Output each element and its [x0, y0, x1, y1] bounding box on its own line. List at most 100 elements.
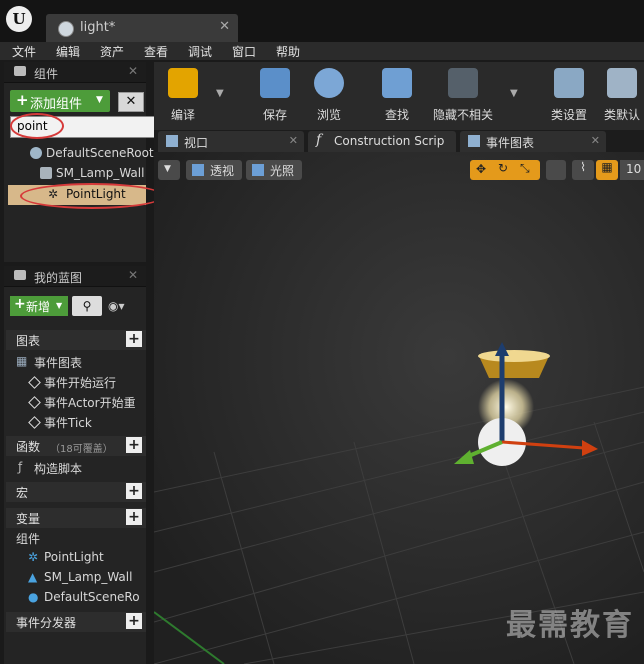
tree-item-sm-lamp-wall[interactable]: SM_Lamp_Wall: [56, 166, 144, 180]
components-panel-title: 组件: [34, 67, 59, 81]
surface-snap-icon[interactable]: ⌇: [572, 160, 594, 180]
event-actor-begin[interactable]: 事件Actor开始重: [44, 394, 136, 411]
close-tab-icon[interactable]: ✕: [219, 19, 230, 34]
translate-icon[interactable]: ✥: [476, 162, 486, 176]
world-local-icon[interactable]: [546, 160, 566, 180]
search-icon[interactable]: ⚲: [72, 296, 102, 316]
new-button-label: 新增: [26, 300, 51, 314]
function-icon: f: [316, 132, 322, 148]
compile-options-arrow-icon[interactable]: ▼: [216, 88, 224, 99]
save-icon: [260, 68, 290, 98]
my-blueprint-header: 我的蓝图 ✕: [4, 266, 146, 287]
transform-mode-toggles[interactable]: ✥ ↻ ⤡: [470, 160, 540, 180]
tab-event-graph[interactable]: 事件图表 ✕: [460, 131, 606, 152]
menu-bar: 文件 编辑 资产 查看 调试 窗口 帮助: [0, 42, 644, 60]
book-icon: [14, 270, 26, 280]
close-panel-icon[interactable]: ✕: [128, 268, 138, 282]
tab-viewport-label: 视口: [184, 136, 209, 150]
class-defaults-label: 类默认: [604, 108, 641, 122]
tab-construction-script[interactable]: f Construction Scrip: [308, 131, 456, 152]
perspective-label: 透视: [210, 164, 235, 178]
event-begin-play[interactable]: 事件开始运行: [44, 374, 116, 391]
add-component-button[interactable]: + 添加组件 ▼: [10, 90, 110, 112]
tab-construction-script-label: Construction Scrip: [334, 134, 445, 148]
editor-tabs: 视口 ✕ f Construction Scrip 事件图表 ✕: [154, 130, 644, 152]
section-macros-label: 宏: [16, 486, 29, 500]
browse-label: 浏览: [316, 108, 341, 122]
add-dispatcher-button[interactable]: +: [126, 613, 142, 629]
hide-unrelated-button[interactable]: 隐藏不相关: [426, 62, 500, 130]
close-tab-icon[interactable]: ✕: [289, 134, 298, 147]
dropdown-arrow-icon: ▼: [164, 164, 171, 174]
class-settings-icon: [554, 68, 584, 98]
browse-icon: [314, 68, 344, 98]
viewport-options-button[interactable]: ▼: [158, 160, 180, 180]
event-tick[interactable]: 事件Tick: [44, 414, 92, 431]
annotation-ellipse-pointlight: [20, 183, 164, 209]
class-defaults-button[interactable]: 类默认: [600, 62, 644, 130]
close-tab-icon[interactable]: ✕: [591, 134, 600, 147]
var-sm-lamp-wall[interactable]: SM_Lamp_Wall: [44, 570, 132, 584]
browse-button[interactable]: 浏览: [304, 62, 354, 130]
unreal-logo-icon[interactable]: U: [6, 6, 32, 32]
var-pointlight[interactable]: PointLight: [44, 550, 104, 564]
rotate-icon[interactable]: ↻: [498, 161, 508, 175]
clear-filter-button[interactable]: ✕: [118, 92, 144, 112]
section-macros[interactable]: 宏 +: [6, 482, 146, 502]
viewport[interactable]: ▼ 透视 光照 ✥ ↻ ⤡ ⌇ ▦ 10 最需教育: [154, 152, 644, 664]
add-component-label: 添加组件: [30, 97, 83, 112]
tab-viewport[interactable]: 视口 ✕: [158, 131, 304, 152]
add-function-button[interactable]: +: [126, 437, 142, 453]
find-button[interactable]: 查找: [372, 62, 422, 130]
components-group-label: 组件: [16, 532, 41, 546]
mesh-var-icon: ▲: [28, 570, 38, 584]
watermark: 最需教育: [506, 608, 634, 643]
new-button[interactable]: + 新增 ▼: [10, 296, 68, 316]
graph-icon: ▦: [16, 354, 28, 368]
blueprint-icon: [58, 21, 74, 37]
menu-edit[interactable]: 编辑: [56, 43, 80, 60]
annotation-ellipse-search: [10, 113, 64, 139]
compile-label: 编译: [170, 108, 195, 122]
class-settings-button[interactable]: 类设置: [544, 62, 594, 130]
section-event-dispatchers[interactable]: 事件分发器 +: [6, 612, 146, 632]
hide-unrelated-label: 隐藏不相关: [432, 108, 493, 122]
perspective-button[interactable]: 透视: [186, 160, 242, 180]
hide-unrelated-arrow-icon[interactable]: ▼: [510, 88, 518, 99]
menu-debug[interactable]: 调试: [188, 43, 212, 60]
menu-asset[interactable]: 资产: [100, 43, 124, 60]
menu-view[interactable]: 查看: [144, 43, 168, 60]
find-icon: [382, 68, 412, 98]
viewport-tab-icon: [166, 135, 178, 147]
close-panel-icon[interactable]: ✕: [128, 64, 138, 78]
scene-root-icon: [30, 147, 42, 159]
pointlight-var-icon: ✲: [28, 550, 39, 564]
tree-item-defaultsceneroot[interactable]: DefaultSceneRoot: [46, 146, 154, 160]
save-label: 保存: [262, 108, 287, 122]
construction-script-item[interactable]: 构造脚本: [34, 460, 82, 477]
var-defaultsceneroot[interactable]: DefaultSceneRo: [44, 590, 140, 604]
menu-help[interactable]: 帮助: [276, 43, 300, 60]
plus-icon: +: [14, 296, 26, 312]
section-variables-label: 变量: [16, 512, 41, 526]
compile-button[interactable]: 编译: [158, 62, 208, 130]
dropdown-arrow-icon: ▼: [96, 95, 103, 105]
section-graphs[interactable]: 图表 +: [6, 330, 146, 350]
grid-snap-value[interactable]: 10: [620, 160, 644, 180]
lit-button[interactable]: 光照: [246, 160, 302, 180]
section-functions[interactable]: 函数 （18可覆盖） +: [6, 436, 146, 456]
menu-file[interactable]: 文件: [12, 43, 36, 60]
add-macro-button[interactable]: +: [126, 483, 142, 499]
scale-icon[interactable]: ⤡: [520, 161, 530, 176]
menu-window[interactable]: 窗口: [232, 43, 256, 60]
add-graph-button[interactable]: +: [126, 331, 142, 347]
save-button[interactable]: 保存: [250, 62, 300, 130]
add-variable-button[interactable]: +: [126, 509, 142, 525]
section-variables[interactable]: 变量 +: [6, 508, 146, 528]
lit-label: 光照: [270, 164, 295, 178]
event-graph-item[interactable]: 事件图表: [34, 354, 82, 371]
function-icon: ƒ: [18, 460, 23, 474]
grid-snap-icon[interactable]: ▦: [596, 160, 618, 180]
document-tab[interactable]: light* ✕: [46, 14, 238, 42]
eye-icon[interactable]: ◉▾: [108, 299, 125, 313]
